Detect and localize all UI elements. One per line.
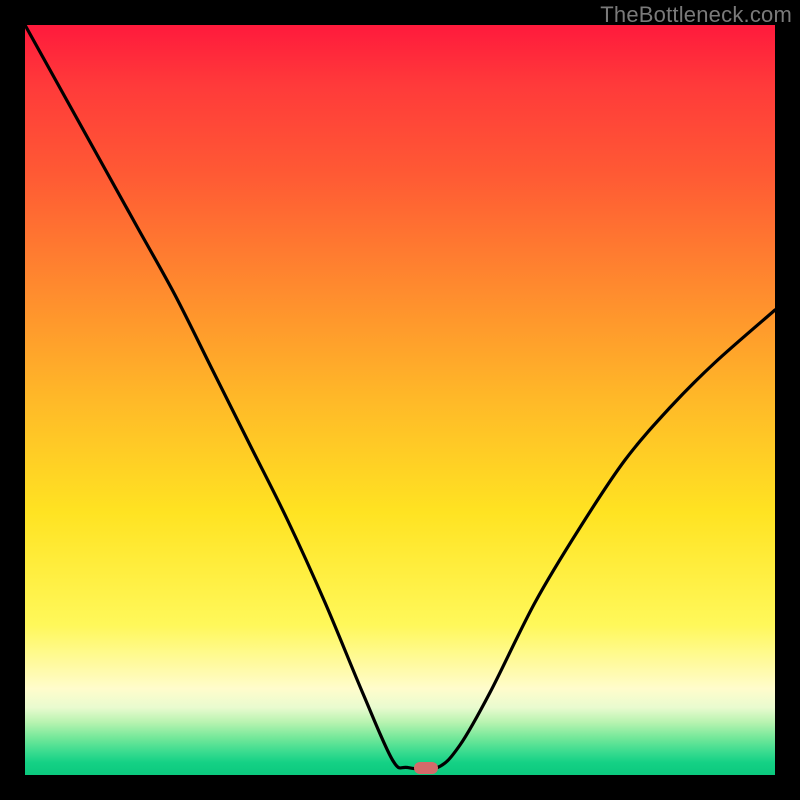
chart-frame: TheBottleneck.com <box>0 0 800 800</box>
curve-layer <box>25 25 775 775</box>
optimum-marker <box>414 762 438 774</box>
bottleneck-curve <box>25 25 775 775</box>
plot-area <box>25 25 775 775</box>
